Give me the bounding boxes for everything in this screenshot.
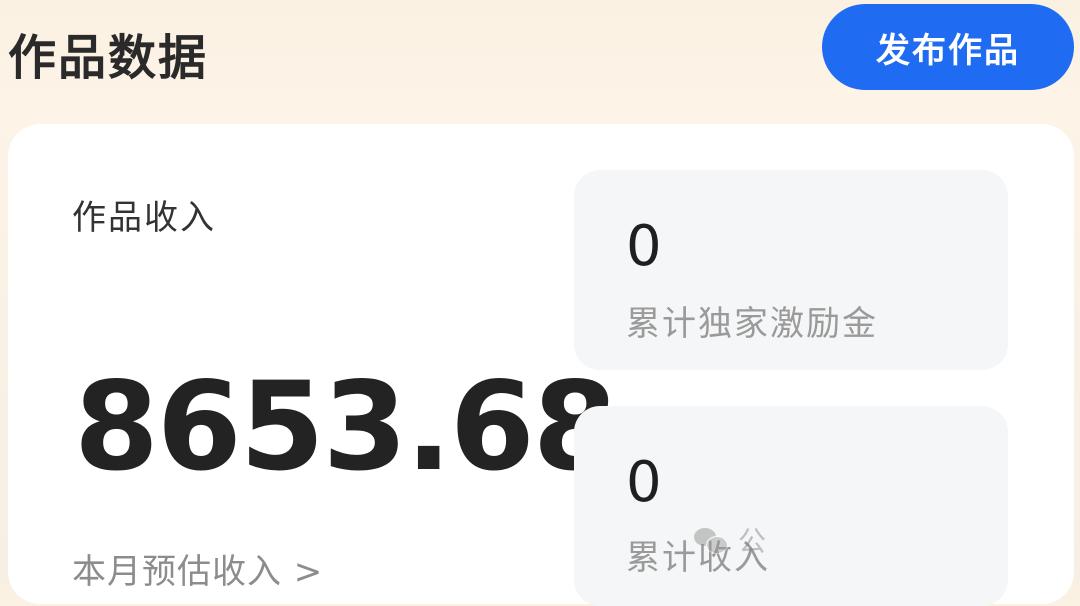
exclusive-incentive-label: 累计独家激励金: [626, 304, 878, 344]
total-income-value: 0: [626, 450, 662, 515]
income-label: 作品收入: [72, 198, 216, 238]
topbar: 作品数据 发布作品: [0, 0, 1080, 110]
exclusive-incentive-panel[interactable]: 0 累计独家激励金: [574, 170, 1008, 370]
total-income-panel[interactable]: 0 累计收入: [574, 406, 1008, 606]
watermark: 公: [694, 520, 767, 560]
publish-button[interactable]: 发布作品: [822, 4, 1074, 90]
wechat-icon: [694, 526, 730, 554]
watermark-text: 公: [738, 525, 768, 558]
income-amount: 8653.68: [74, 356, 618, 498]
monthly-estimate-link[interactable]: 本月预估收入 >: [72, 544, 323, 593]
exclusive-incentive-value: 0: [626, 214, 662, 279]
page-title: 作品数据: [8, 30, 209, 86]
